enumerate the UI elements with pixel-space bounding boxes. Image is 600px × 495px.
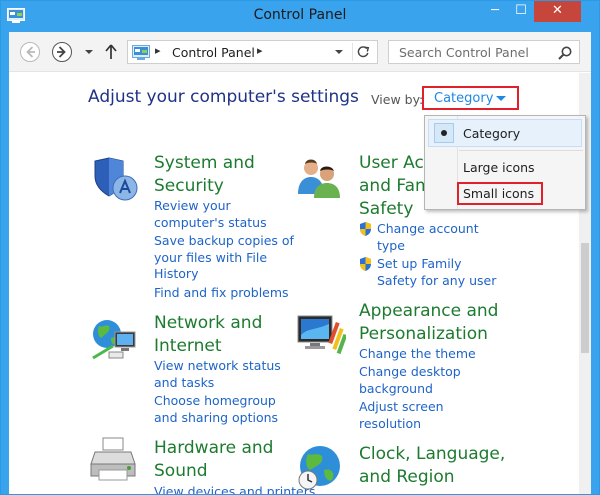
title-bar: Control Panel ─ ☐ ✕: [1, 1, 599, 32]
maximize-button[interactable]: ☐: [508, 1, 534, 22]
category-network-internet-title[interactable]: Network and Internet: [154, 312, 262, 358]
link-adjust-screen-resolution[interactable]: Adjust screen resolution: [359, 399, 444, 432]
category-appearance-title[interactable]: Appearance and Personalization: [359, 300, 498, 346]
category-user-accounts-title[interactable]: User Acc and Fam Safety: [359, 152, 433, 221]
search-input[interactable]: Search Control Panel: [399, 45, 529, 60]
view-by-value[interactable]: Category: [434, 91, 493, 106]
breadcrumb-separator[interactable]: ▸: [257, 44, 263, 57]
bullet-icon: [441, 130, 447, 136]
breadcrumb-separator[interactable]: ▸: [155, 44, 161, 57]
users-icon[interactable]: [294, 152, 346, 204]
search-icon[interactable]: [557, 45, 573, 61]
link-change-desktop-background[interactable]: Change desktop background: [359, 364, 461, 397]
view-by-menu: Category Large icons Small icons: [424, 115, 586, 210]
scrollbar-thumb[interactable]: [581, 243, 589, 353]
view-by-label: View by:: [371, 92, 424, 107]
selected-radio-icon: [434, 123, 454, 143]
shield-icon[interactable]: [89, 152, 141, 204]
link-view-network-status[interactable]: View network status and tasks: [154, 358, 281, 391]
control-panel-icon: [132, 45, 150, 60]
chevron-down-icon[interactable]: [329, 44, 349, 60]
link-save-backup-copies[interactable]: Save backup copies of your files with Fi…: [154, 233, 294, 283]
recent-locations-chevron-icon[interactable]: [82, 42, 96, 62]
menu-item-category-label[interactable]: Category: [463, 126, 520, 141]
link-set-up-family-safety[interactable]: Set up Family Safety for any user: [377, 256, 496, 289]
view-by-dropdown[interactable]: Category: [422, 86, 519, 110]
minimize-button[interactable]: ─: [482, 1, 508, 22]
link-change-theme[interactable]: Change the theme: [359, 346, 476, 363]
forward-button[interactable]: [51, 41, 73, 63]
link-choose-homegroup[interactable]: Choose homegroup and sharing options: [154, 393, 278, 426]
up-arrow-icon[interactable]: [103, 42, 119, 62]
menu-item-small-icons[interactable]: Small icons: [463, 186, 534, 201]
network-globe-icon[interactable]: [89, 312, 141, 364]
menu-item-category[interactable]: Category: [428, 119, 582, 147]
close-button[interactable]: ✕: [534, 1, 581, 22]
menu-separator: [459, 150, 583, 151]
breadcrumb-control-panel[interactable]: Control Panel: [172, 45, 255, 60]
back-button[interactable]: [19, 41, 41, 63]
category-hardware-sound-title[interactable]: Hardware and Sound: [154, 437, 273, 483]
menu-item-large-icons[interactable]: Large icons: [463, 160, 535, 175]
link-find-fix-problems[interactable]: Find and fix problems: [154, 285, 289, 302]
control-panel-window: Control Panel ─ ☐ ✕ ▸ Control Panel ▸ Se…: [0, 0, 600, 495]
display-paint-icon[interactable]: [294, 308, 346, 360]
address-bar[interactable]: ▸ Control Panel ▸: [127, 40, 378, 64]
category-system-security-title[interactable]: System and Security: [154, 152, 255, 198]
navigation-bar: ▸ Control Panel ▸ Search Control Panel: [9, 32, 591, 72]
printer-icon[interactable]: [89, 434, 141, 486]
clock-globe-icon[interactable]: [294, 440, 346, 492]
link-change-account-type[interactable]: Change account type: [377, 221, 479, 254]
uac-shield-icon: [360, 222, 371, 236]
page-title: Adjust your computer's settings: [88, 87, 359, 107]
chevron-down-icon[interactable]: [496, 96, 506, 101]
uac-shield-icon: [360, 257, 371, 271]
category-clock-language-title[interactable]: Clock, Language, and Region: [359, 443, 505, 489]
window-client-area: ▸ Control Panel ▸ Search Control Panel A…: [9, 32, 591, 494]
link-review-computer-status[interactable]: Review your computer's status: [154, 198, 267, 231]
link-view-devices-printers[interactable]: View devices and printers: [154, 484, 315, 494]
refresh-icon[interactable]: [352, 43, 374, 61]
search-box[interactable]: Search Control Panel: [388, 40, 580, 64]
